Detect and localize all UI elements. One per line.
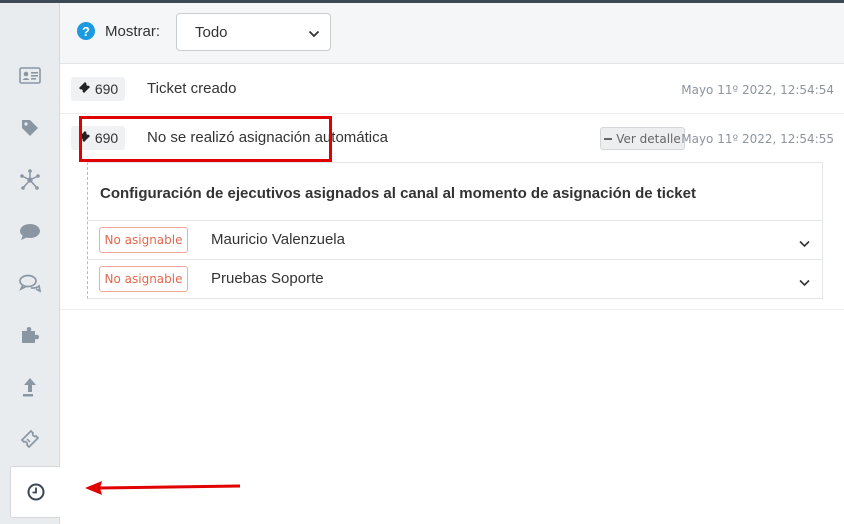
sidebar-item-integrations[interactable] [0, 313, 60, 357]
executive-row[interactable]: No asignable Mauricio Valenzuela [88, 220, 822, 259]
conversations-icon [19, 274, 41, 293]
sidebar-item-chat[interactable] [0, 210, 60, 254]
history-event-row: 690 Ticket creado Mayo 11º 2022, 12:54:5… [60, 64, 844, 114]
clock-history-icon [27, 483, 45, 501]
view-detail-button[interactable]: Ver detalle [600, 127, 685, 150]
executive-name: Pruebas Soporte [211, 270, 324, 287]
network-icon [19, 169, 41, 191]
puzzle-icon [20, 325, 40, 345]
filter-label: Mostrar: [105, 23, 161, 40]
sidebar-item-upload[interactable] [0, 365, 60, 409]
sidebar-item-contact[interactable] [0, 53, 60, 97]
chevron-down-icon [308, 26, 320, 43]
highlight-annotation-box [79, 116, 332, 162]
help-icon[interactable]: ? [77, 22, 95, 40]
history-panel: ? Mostrar: Todo 690 Ticket creado Mayo 1… [60, 3, 844, 524]
chat-bubble-icon [19, 223, 41, 241]
event-timestamp: Mayo 11º 2022, 12:54:55 [681, 132, 834, 146]
chevron-down-icon[interactable] [799, 274, 810, 292]
contact-card-icon [19, 66, 41, 84]
sidebar-item-tags[interactable] [0, 106, 60, 150]
ticket-number: 690 [94, 81, 119, 97]
executive-row[interactable]: No asignable Pruebas Soporte [88, 259, 822, 298]
sidebar-item-history[interactable] [10, 466, 61, 518]
filter-selected-value: Todo [195, 23, 228, 41]
red-arrow-annotation [85, 481, 241, 495]
assignment-detail-panel: Configuración de ejecutivos asignados al… [87, 162, 823, 299]
view-detail-label: Ver detalle [616, 131, 681, 146]
chevron-down-icon[interactable] [799, 235, 810, 253]
sidebar-item-network[interactable] [0, 158, 60, 202]
ticket-icon [19, 428, 41, 450]
ticket-number-badge[interactable]: 690 [71, 77, 125, 101]
upload-arrow-icon [22, 377, 38, 397]
event-description: Ticket creado [147, 80, 237, 97]
event-timestamp: Mayo 11º 2022, 12:54:54 [681, 83, 834, 97]
status-badge: No asignable [99, 266, 188, 292]
detail-title: Configuración de ejecutivos asignados al… [100, 185, 696, 202]
status-badge: No asignable [99, 227, 188, 253]
executive-name: Mauricio Valenzuela [211, 231, 345, 248]
minus-icon [604, 137, 613, 140]
sidebar-item-conversations[interactable] [0, 261, 60, 305]
sidebar-item-tickets[interactable] [0, 417, 60, 461]
show-filter-select[interactable]: Todo [176, 13, 331, 51]
tag-icon [21, 119, 39, 137]
filter-bar: ? Mostrar: Todo [60, 3, 844, 64]
ticket-icon [78, 81, 91, 97]
sidebar [0, 3, 61, 524]
